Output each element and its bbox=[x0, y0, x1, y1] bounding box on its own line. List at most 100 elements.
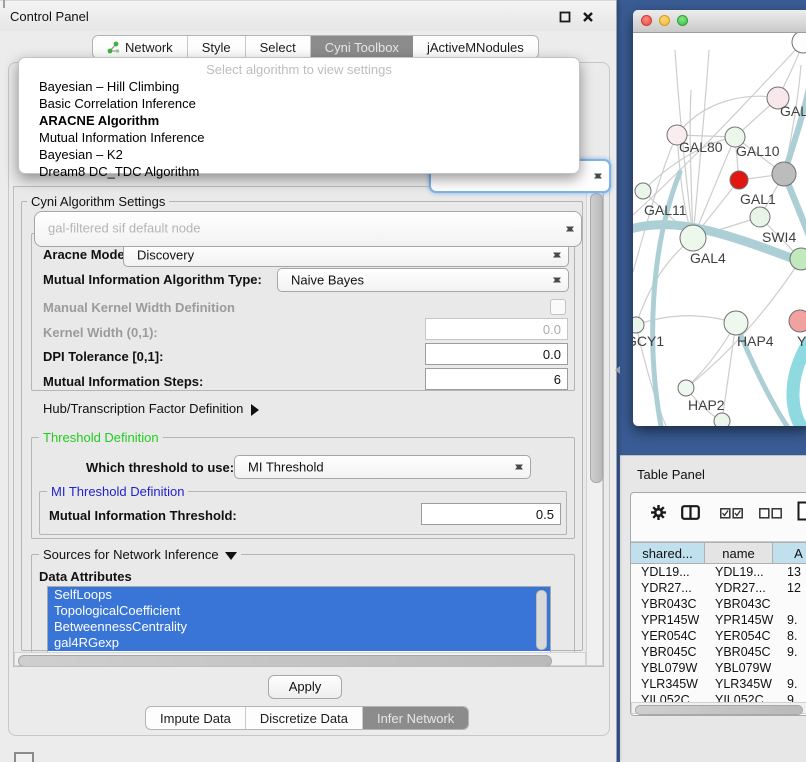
expander-arrow-icon bbox=[251, 404, 265, 416]
algorithm-option[interactable]: Basic Correlation Inference bbox=[19, 95, 579, 112]
settings-hscrollbar[interactable] bbox=[14, 652, 586, 666]
aracne-mode-value: Discovery bbox=[137, 248, 194, 263]
node-gal1[interactable] bbox=[750, 207, 770, 227]
column-header[interactable]: A bbox=[773, 542, 806, 564]
algorithm-option[interactable]: Bayesian – K2 bbox=[19, 146, 579, 163]
table-row[interactable]: YBR045CYBR045C9. bbox=[631, 645, 806, 661]
table-cell: YPR145W bbox=[641, 613, 699, 627]
zoom-traffic-light[interactable] bbox=[677, 15, 688, 26]
gear-icon[interactable] bbox=[650, 504, 667, 521]
node-gcy1[interactable] bbox=[633, 317, 644, 333]
node[interactable] bbox=[772, 162, 796, 186]
splitpane-collapse-arrow[interactable] bbox=[611, 366, 620, 374]
tab-style[interactable]: Style bbox=[188, 36, 246, 58]
bottom-tab-infer-network[interactable]: Infer Network bbox=[363, 707, 468, 729]
algorithm-option[interactable]: ARACNE Algorithm bbox=[19, 112, 579, 129]
table-row[interactable]: YER054CYER054C8. bbox=[631, 629, 806, 645]
node-label: Y bbox=[797, 333, 806, 349]
table-row[interactable]: YBL079WYBL079W bbox=[631, 661, 806, 677]
table-row[interactable]: YDL19...YDL19...13 bbox=[631, 565, 806, 581]
network-window-titlebar[interactable] bbox=[633, 10, 806, 33]
node[interactable] bbox=[714, 413, 730, 426]
control-panel-tabs: Network Style Select Cyni ToolboxjActiveMNo… bbox=[92, 35, 539, 59]
cyni-algorithm-settings-title: Cyni Algorithm Settings bbox=[27, 194, 169, 209]
close-traffic-light[interactable] bbox=[641, 15, 652, 26]
table-row[interactable]: YIL052CYIL052C9 bbox=[631, 693, 806, 702]
deselect-all-icon[interactable] bbox=[759, 508, 782, 519]
node[interactable] bbox=[792, 31, 806, 53]
minimized-panel-icon[interactable] bbox=[14, 752, 34, 762]
tab-jactivemnodules[interactable]: jActiveMNodules bbox=[413, 36, 538, 58]
combo-arrows-icon bbox=[553, 249, 562, 262]
column-view-icon[interactable] bbox=[681, 505, 700, 520]
algorithm-options: Bayesian – Hill ClimbingBasic Correlatio… bbox=[19, 78, 579, 180]
list-scrollbar[interactable] bbox=[536, 590, 547, 650]
node-gal11[interactable] bbox=[635, 183, 651, 199]
which-threshold-combo[interactable]: MI Threshold bbox=[234, 455, 531, 479]
table-cell: YER054C bbox=[715, 629, 771, 643]
tab-label: Infer Network bbox=[377, 711, 454, 726]
manual-kernel-width-checkbox[interactable] bbox=[550, 299, 566, 315]
tab-label: Select bbox=[260, 40, 296, 55]
select-all-icon[interactable] bbox=[720, 508, 743, 519]
node-hap4[interactable] bbox=[724, 311, 748, 335]
close-icon[interactable] bbox=[582, 11, 594, 23]
network-canvas[interactable]: GALGAL80GAL10GAL1GAL11GAL4SWI4GCY1HAP4YH… bbox=[633, 10, 806, 426]
threshold-definition-title: Threshold Definition bbox=[39, 430, 163, 445]
table-hscrollbar[interactable] bbox=[631, 702, 806, 714]
dpi-tolerance-label: DPI Tolerance [0,1]: bbox=[43, 349, 163, 364]
kernel-width-field[interactable]: 0.0 bbox=[425, 318, 568, 340]
bottom-tab-discretize-data[interactable]: Discretize Data bbox=[246, 707, 363, 729]
node-label: GAL4 bbox=[690, 250, 726, 266]
node-swi4[interactable] bbox=[790, 248, 806, 270]
mi-threshold-field[interactable]: 0.5 bbox=[421, 503, 561, 525]
tab-label: Impute Data bbox=[160, 711, 231, 726]
popup-hint: Select algorithm to view settings bbox=[19, 62, 579, 77]
which-threshold-value: MI Threshold bbox=[248, 460, 324, 475]
table-row[interactable]: YBR043CYBR043C bbox=[631, 597, 806, 613]
tab-cyni-toolbox[interactable]: Cyni Toolbox bbox=[311, 36, 413, 58]
node-gal4[interactable] bbox=[680, 225, 706, 251]
table-row[interactable]: YLR345WYLR345W9. bbox=[631, 677, 806, 693]
mi-steps-label: Mutual Information Steps: bbox=[43, 374, 203, 389]
column-header[interactable]: shared... bbox=[631, 542, 705, 564]
node-hap2[interactable] bbox=[678, 380, 694, 396]
algorithm-option[interactable]: Mutual Information Inference bbox=[19, 129, 579, 146]
node-y[interactable] bbox=[789, 310, 806, 332]
tab-select[interactable]: Select bbox=[246, 36, 311, 58]
settings-vscrollbar[interactable] bbox=[586, 187, 603, 666]
network-selection-combo[interactable]: gal-filtered sif default node bbox=[34, 211, 582, 247]
data-attributes-list[interactable]: SelfLoopsTopologicalCoefficientBetweenne… bbox=[47, 586, 551, 655]
sources-title[interactable]: Sources for Network Inference bbox=[39, 547, 241, 566]
minimize-traffic-light[interactable] bbox=[659, 15, 670, 26]
table-window: shared...nameA YDL19...YDL19...13YDR27..… bbox=[630, 492, 806, 716]
tab-network[interactable]: Network bbox=[93, 36, 188, 58]
attribute-item-selected[interactable]: TopologicalCoefficient bbox=[48, 603, 550, 619]
network-view-window[interactable]: GALGAL80GAL10GAL1GAL11GAL4SWI4GCY1HAP4YH… bbox=[633, 10, 806, 426]
apply-button[interactable]: Apply bbox=[268, 675, 342, 699]
column-header[interactable]: name bbox=[705, 542, 773, 564]
table-cell: YDR27... bbox=[715, 581, 766, 595]
mi-steps-field[interactable]: 6 bbox=[425, 368, 568, 390]
attribute-item-selected[interactable]: BetweennessCentrality bbox=[48, 619, 550, 635]
table-cell: YBR043C bbox=[641, 597, 697, 611]
new-table-icon[interactable] bbox=[797, 501, 806, 521]
table-row[interactable]: YPR145WYPR145W9. bbox=[631, 613, 806, 629]
dpi-tolerance-field[interactable]: 0.0 bbox=[425, 343, 568, 365]
algorithm-option[interactable]: Dream8 DC_TDC Algorithm bbox=[19, 163, 579, 180]
node-label: GAL bbox=[780, 103, 806, 119]
table-cell: 13 bbox=[787, 565, 801, 579]
table-row[interactable]: YDR27...YDR27...12 bbox=[631, 581, 806, 597]
node[interactable] bbox=[730, 171, 748, 189]
attribute-item-selected[interactable]: gal4RGexp bbox=[48, 635, 550, 651]
mi-threshold-definition-title: MI Threshold Definition bbox=[47, 484, 188, 499]
bottom-tab-impute-data[interactable]: Impute Data bbox=[146, 707, 246, 729]
mi-algorithm-type-value: Naive Bayes bbox=[291, 273, 364, 288]
algorithm-option[interactable]: Bayesian – Hill Climbing bbox=[19, 78, 579, 95]
tab-label: Style bbox=[202, 40, 231, 55]
float-window-icon[interactable] bbox=[559, 11, 571, 23]
attribute-item-selected[interactable]: SelfLoops bbox=[48, 587, 550, 603]
mi-algorithm-type-combo[interactable]: Naive Bayes bbox=[277, 268, 569, 292]
node-label: SWI4 bbox=[762, 229, 796, 245]
hub-definition-expander[interactable]: Hub/Transcription Factor Definition bbox=[43, 401, 265, 416]
